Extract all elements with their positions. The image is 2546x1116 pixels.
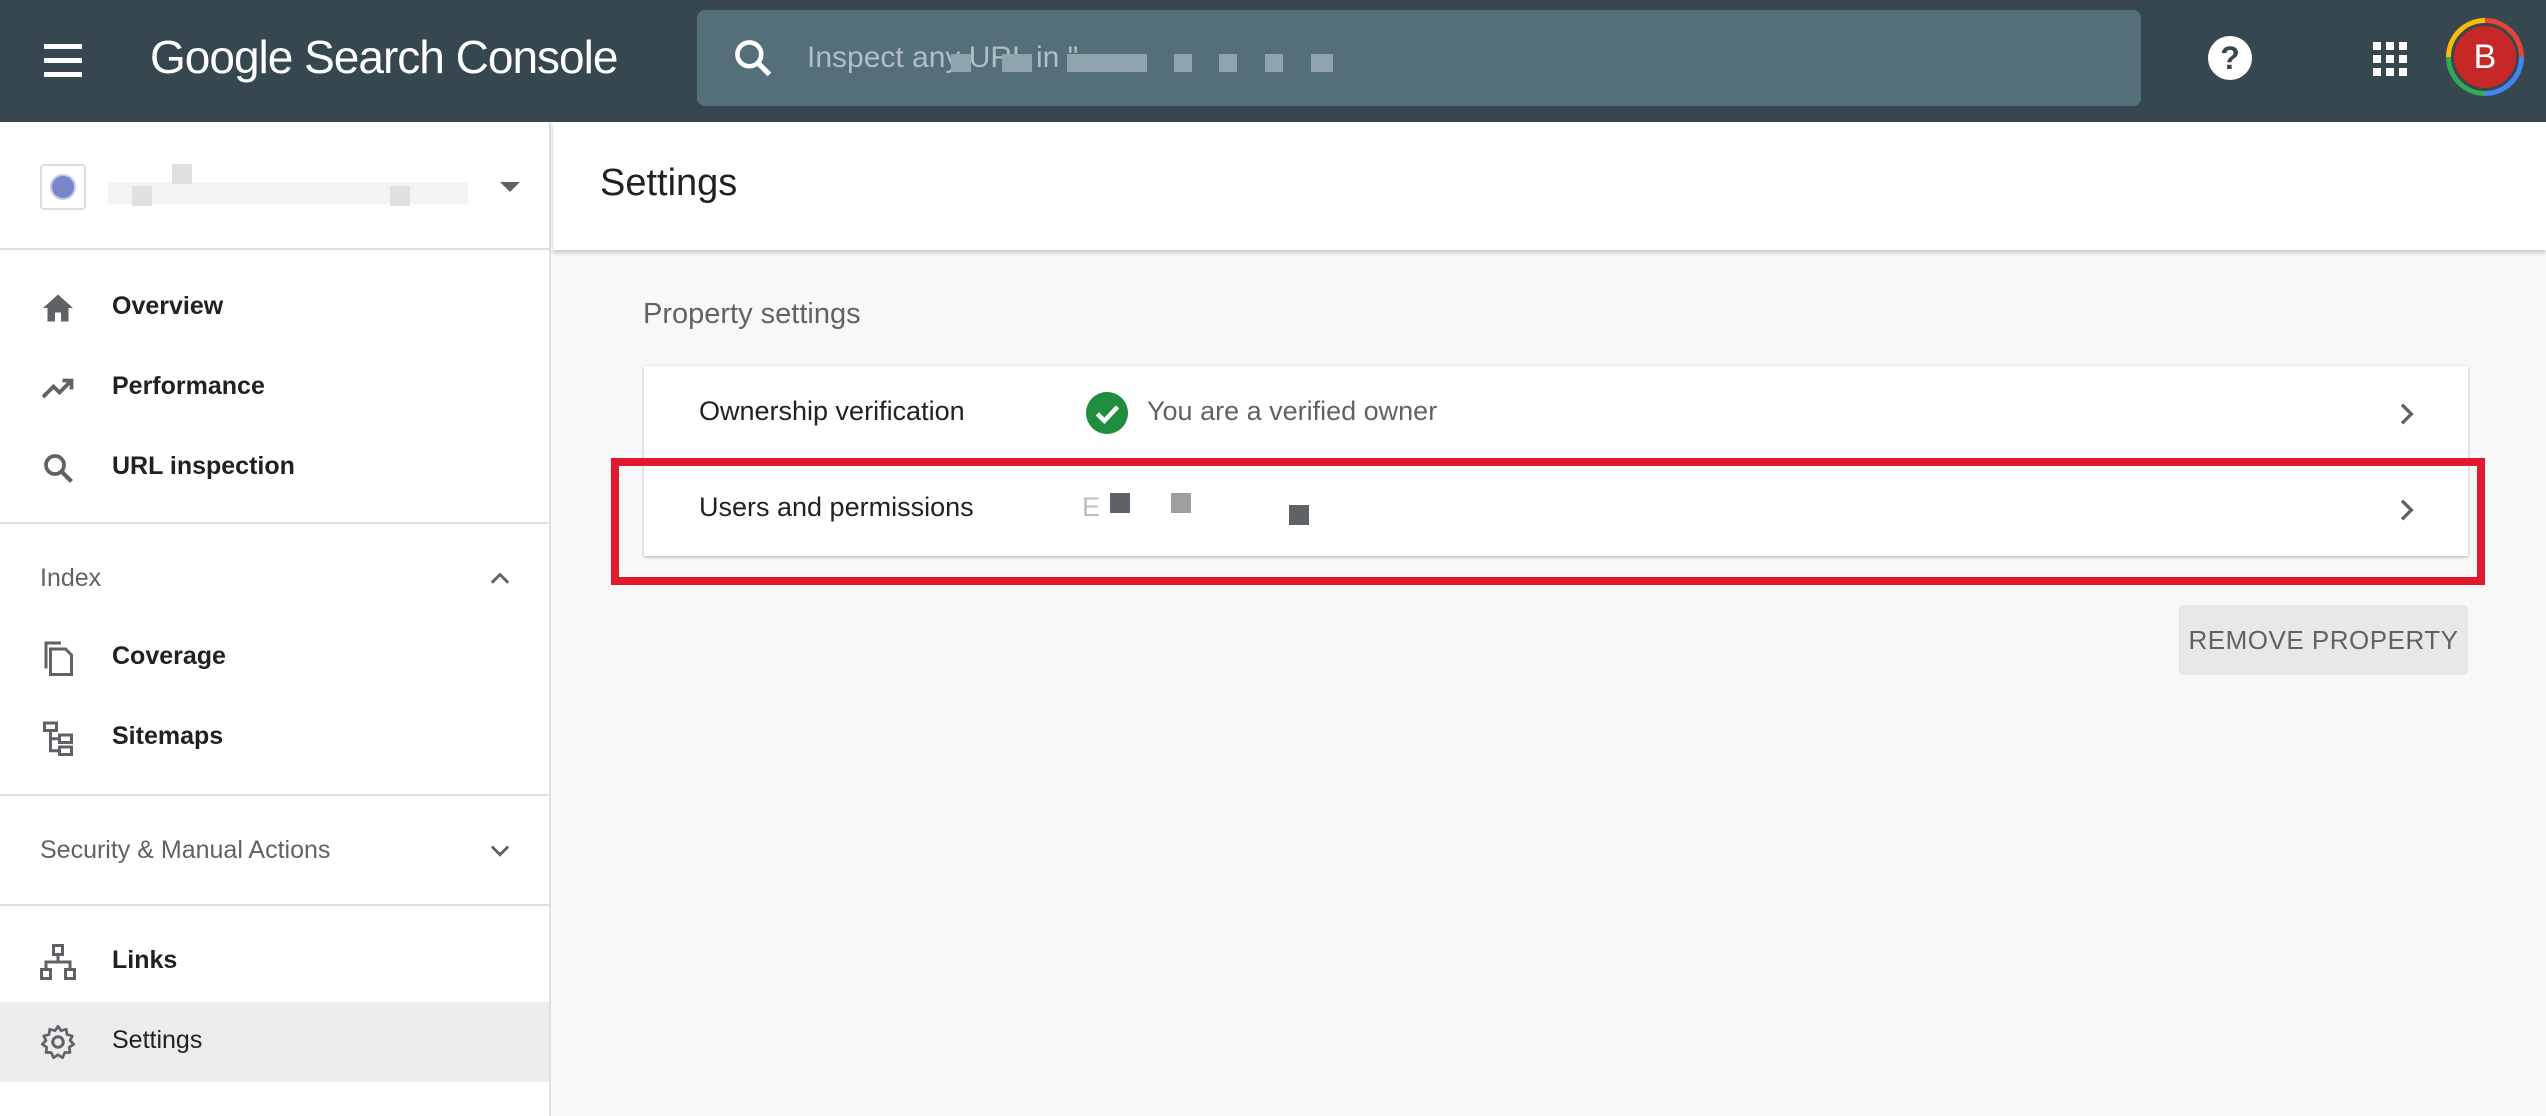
search-icon[interactable] [731, 36, 775, 80]
sidebar-item-label: Settings [112, 1026, 203, 1054]
url-inspection-search-bar[interactable] [697, 10, 2141, 106]
sidebar-item-performance[interactable]: Performance [0, 348, 549, 428]
network-links-icon [40, 944, 76, 980]
property-selector[interactable] [0, 122, 549, 250]
redacted-url [1219, 54, 1237, 72]
row-label: Ownership verification [699, 396, 965, 426]
gear-icon [40, 1024, 76, 1060]
ownership-verification-row[interactable]: Ownership verification You are a verifie… [644, 366, 2468, 461]
row-value: You are a verified owner [1147, 396, 1438, 426]
remove-property-button[interactable]: REMOVE PROPERTY [2179, 605, 2468, 675]
sidebar-item-settings[interactable]: Settings [0, 1002, 549, 1082]
divider [0, 904, 549, 906]
redacted-url [1311, 54, 1333, 72]
help-icon[interactable]: ? [2208, 36, 2252, 80]
sidebar-item-sitemaps[interactable]: Sitemaps [0, 698, 549, 778]
trending-up-icon [41, 378, 74, 399]
redacted-url [1067, 54, 1147, 72]
sidebar-item-label: Overview [112, 292, 224, 320]
section-label: Index [40, 564, 102, 592]
page-header: Settings [553, 122, 2546, 250]
sidebar-item-url-inspection[interactable]: URL inspection [0, 428, 549, 508]
logo-google-text: Google [150, 31, 293, 83]
home-icon [43, 294, 73, 322]
sidebar-item-label: Performance [112, 372, 265, 400]
redacted-property-name [132, 186, 152, 206]
sidebar-item-label: Links [112, 946, 178, 974]
redacted-property-name [108, 182, 468, 204]
apps-grid-icon[interactable] [2373, 42, 2407, 76]
avatar-initial: B [2451, 23, 2519, 91]
chevron-right-icon [2400, 403, 2414, 425]
hamburger-menu-icon[interactable] [38, 37, 88, 85]
redacted-url [1265, 54, 1283, 72]
chevron-up-icon [490, 572, 510, 584]
redacted-url [1002, 54, 1032, 72]
redacted-url [1174, 54, 1192, 72]
chevron-down-icon [490, 845, 510, 857]
redacted-url [951, 54, 971, 72]
search-icon [44, 454, 73, 483]
sidebar: Overview Performance URL inspection Inde… [0, 122, 551, 1116]
account-avatar[interactable]: B [2446, 18, 2524, 96]
section-title: Property settings [643, 298, 861, 330]
redacted-property-name [172, 164, 192, 184]
logo-product-text: Search Console [304, 31, 618, 83]
check-circle-icon [1086, 392, 1128, 434]
sidebar-item-label: Coverage [112, 642, 226, 670]
copy-pages-icon [44, 641, 73, 676]
page-title: Settings [600, 162, 738, 204]
section-security-toggle[interactable]: Security & Manual Actions [0, 796, 549, 904]
chevron-down-icon[interactable] [500, 182, 520, 192]
sidebar-item-links[interactable]: Links [0, 922, 549, 1002]
app-logo[interactable]: Google Search Console [150, 30, 618, 84]
redacted-property-name [390, 186, 410, 206]
sitemap-icon [43, 721, 73, 756]
top-app-bar: Google Search Console ? B [0, 0, 2546, 122]
highlight-box [611, 458, 2485, 585]
sidebar-item-label: URL inspection [112, 452, 295, 480]
sidebar-item-overview[interactable]: Overview [0, 268, 549, 348]
section-index-toggle[interactable]: Index [0, 524, 549, 632]
globe-icon [40, 164, 86, 210]
sidebar-item-label: Sitemaps [112, 722, 224, 750]
sidebar-item-coverage[interactable]: Coverage [0, 618, 549, 698]
section-label: Security & Manual Actions [40, 836, 331, 864]
